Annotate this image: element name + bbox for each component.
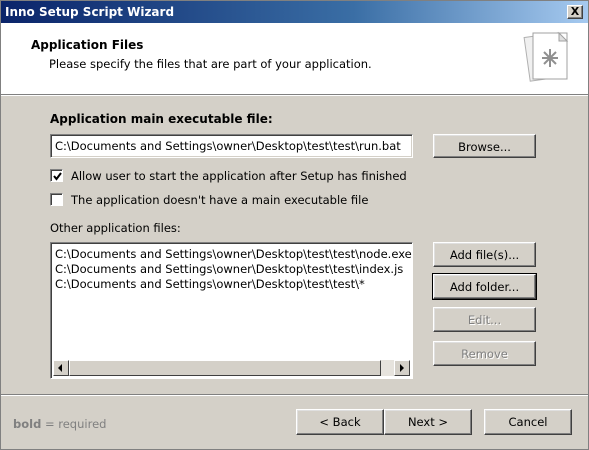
back-button[interactable]: < Back [296,409,384,435]
remove-button-label: Remove [461,347,508,361]
scroll-right-icon [400,364,404,372]
add-folder-button-label: Add folder... [449,280,520,294]
close-icon: X [570,5,580,18]
footer-divider [1,394,588,396]
allow-start-checkbox[interactable] [50,169,63,182]
add-folder-button[interactable]: Add folder... [432,273,537,300]
header-divider [1,94,588,96]
required-legend: bold = required [13,417,106,431]
list-item[interactable]: C:\Documents and Settings\owner\Desktop\… [55,262,403,276]
scroll-thumb[interactable] [69,360,381,376]
check-icon [53,172,62,181]
edit-button[interactable]: Edit... [433,307,536,332]
edit-button-label: Edit... [467,313,502,327]
wizard-page-icon [523,31,569,82]
no-main-exe-label[interactable]: The application doesn't have a main exec… [71,193,368,207]
back-button-label: < Back [319,415,361,429]
allow-start-label[interactable]: Allow user to start the application afte… [71,169,407,183]
wizard-window: Inno Setup Script Wizard X Application F… [0,0,589,450]
main-exe-value: C:\Documents and Settings\owner\Desktop\… [55,139,401,153]
other-files-list[interactable]: C:\Documents and Settings\owner\Desktop\… [50,242,413,379]
main-exe-input[interactable]: C:\Documents and Settings\owner\Desktop\… [50,134,413,158]
legend-bold: bold [13,417,42,431]
cancel-button[interactable]: Cancel [484,409,572,435]
scroll-right-button[interactable] [394,360,410,376]
browse-button[interactable]: Browse... [433,134,536,158]
scroll-left-button[interactable] [53,360,69,376]
other-files-label: Other application files: [50,221,181,235]
list-item[interactable]: C:\Documents and Settings\owner\Desktop\… [55,277,365,291]
window-title: Inno Setup Script Wizard [5,5,175,19]
add-files-button-label: Add file(s)... [449,248,520,262]
horizontal-scrollbar[interactable] [53,360,410,376]
close-button[interactable]: X [567,5,583,19]
title-bar[interactable]: Inno Setup Script Wizard X [1,1,588,23]
browse-button-label: Browse... [458,140,511,154]
page-subtitle: Please specify the files that are part o… [49,57,372,71]
legend-text: = required [41,417,107,431]
page-header: Application Files Please specify the fil… [1,23,588,94]
add-files-button[interactable]: Add file(s)... [433,242,536,267]
scroll-left-icon [58,364,62,372]
cancel-button-label: Cancel [508,415,548,429]
list-item[interactable]: C:\Documents and Settings\owner\Desktop\… [55,247,412,261]
main-exe-label: Application main executable file: [50,112,273,126]
page-title: Application Files [31,38,144,52]
next-button[interactable]: Next > [384,409,472,435]
next-button-label: Next > [407,415,449,429]
remove-button[interactable]: Remove [433,341,536,366]
no-main-exe-checkbox[interactable] [50,193,63,206]
